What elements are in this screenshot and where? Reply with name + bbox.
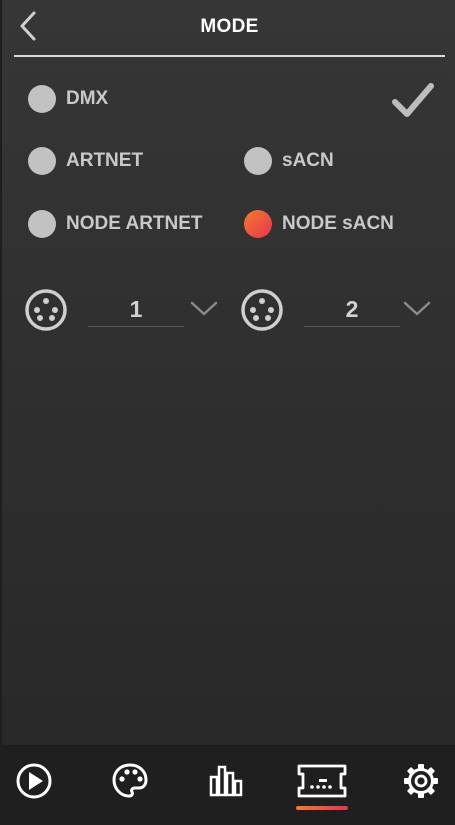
nav-dmx-console[interactable] [296,759,348,803]
mode-option-label: DMX [66,88,109,109]
radio-dot [28,85,56,113]
confirm-button[interactable] [390,78,436,122]
mode-option-label: ARTNET [66,150,144,171]
mode-option-artnet[interactable]: ARTNET [28,147,143,175]
mode-option-sacn[interactable]: sACN [244,147,334,175]
chevron-down-icon [403,301,431,316]
dmx-console-icon [297,764,347,798]
nav-palette[interactable] [108,759,152,803]
radio-dot-selected [244,210,272,238]
bottom-nav-bar [0,745,455,825]
nav-equalizer[interactable] [204,759,248,803]
active-tab-indicator [296,806,348,810]
palette-icon [112,763,148,798]
mode-option-label: NODE sACN [282,213,394,234]
mode-option-node-artnet[interactable]: NODE ARTNET [28,210,203,238]
page-title: MODE [200,16,259,37]
port-2-dropdown[interactable] [402,298,432,320]
port-1-selector: 1 [24,288,224,334]
header-divider [14,55,445,57]
equalizer-icon [209,765,243,797]
header: MODE [2,0,455,57]
checkmark-icon [392,83,434,117]
play-icon [16,763,52,799]
nav-settings[interactable] [399,759,443,803]
port-2-underline [304,326,400,327]
port-1-value[interactable]: 1 [88,296,184,323]
nav-play[interactable] [12,759,56,803]
dmx-connector-icon [240,288,284,332]
mode-screen: MODE DMX ARTNET sACN NODE ARTNET NODE sA… [0,0,455,825]
dmx-connector-icon [24,288,68,332]
port-2-value[interactable]: 2 [304,296,400,323]
mode-option-node-sacn[interactable]: NODE sACN [244,210,394,238]
radio-dot [28,147,56,175]
gear-icon [404,764,438,798]
mode-option-label: NODE ARTNET [66,213,203,234]
radio-dot [28,210,56,238]
mode-option-label: sACN [282,150,334,171]
port-1-dropdown[interactable] [189,298,219,320]
radio-dot [244,147,272,175]
port-2-selector: 2 [240,288,440,334]
port-1-underline [88,326,184,327]
chevron-down-icon [190,301,218,316]
mode-option-dmx[interactable]: DMX [28,85,108,113]
